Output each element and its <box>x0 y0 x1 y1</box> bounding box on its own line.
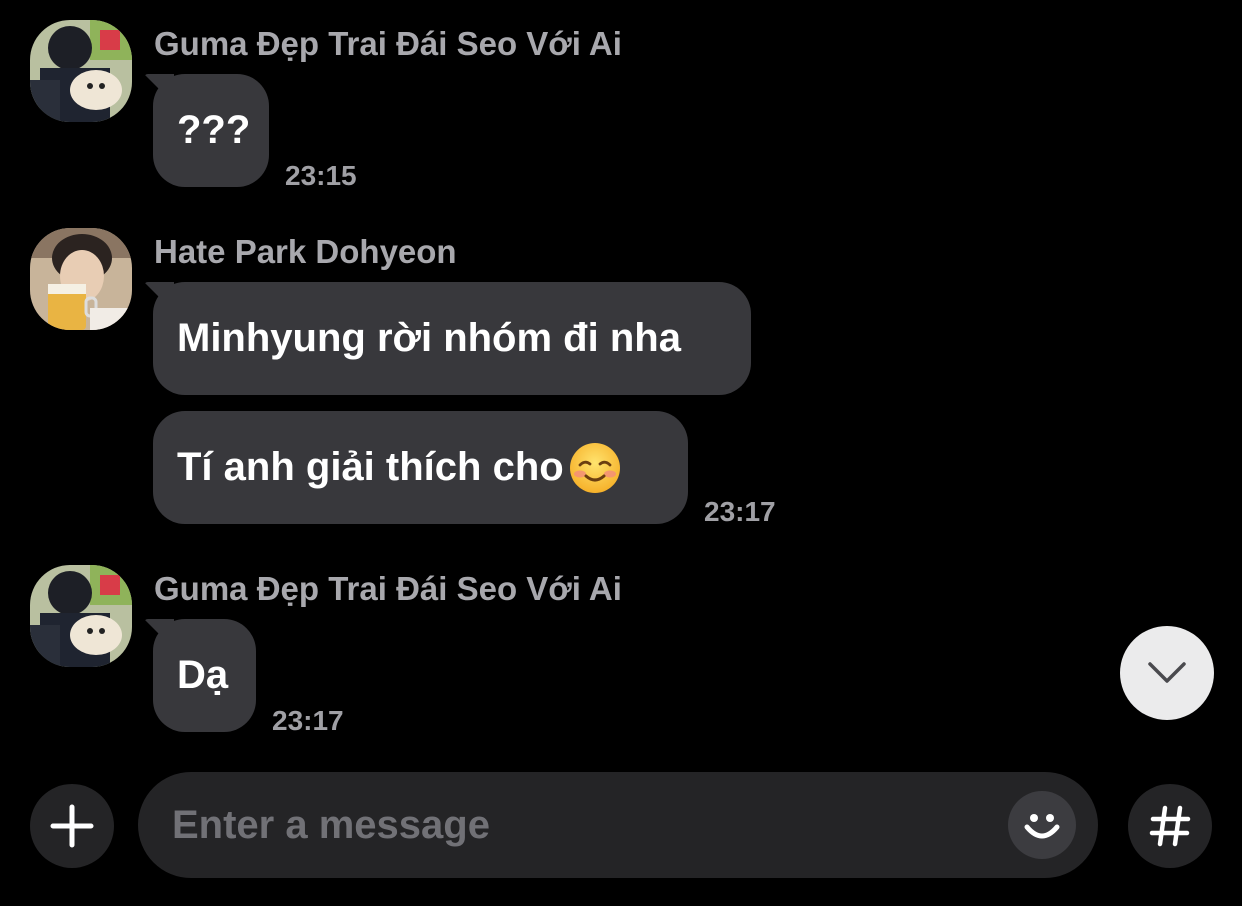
message-bubble[interactable]: Minhyung rời nhóm đi nha <box>153 282 751 395</box>
avatar[interactable] <box>30 20 132 122</box>
message-text: Tí anh giải thích cho <box>177 445 564 489</box>
message-timestamp: 23:17 <box>704 496 776 527</box>
hashtag-icon <box>1149 805 1191 847</box>
attach-button[interactable] <box>30 784 114 868</box>
message-bubble[interactable]: ??? <box>153 74 269 187</box>
scroll-to-bottom-button[interactable] <box>1120 626 1214 720</box>
sender-name: Hate Park Dohyeon <box>154 233 457 270</box>
message-input[interactable] <box>172 772 992 878</box>
smiley-icon <box>1024 814 1060 839</box>
message-text: Dạ <box>177 653 229 697</box>
plus-icon <box>50 804 94 848</box>
message-timestamp: 23:17 <box>272 705 344 736</box>
message-timestamp: 23:15 <box>285 160 357 191</box>
chevron-down-icon <box>1148 662 1186 683</box>
avatar-user-with-dog-icon <box>30 20 132 122</box>
smiling-face-emoji-icon <box>568 441 622 495</box>
message-composer <box>138 772 1098 878</box>
hashtag-button[interactable] <box>1128 784 1212 868</box>
emoji-button[interactable] <box>1008 791 1076 859</box>
avatar-user-with-beer-icon <box>30 228 132 330</box>
sender-name: Guma Đẹp Trai Đái Seo Với Ai <box>154 25 622 62</box>
message-bubble[interactable]: Tí anh giải thích cho <box>153 411 688 524</box>
message-bubble[interactable]: Dạ <box>153 619 256 732</box>
message-text: ??? <box>177 108 251 152</box>
avatar[interactable] <box>30 565 132 667</box>
avatar-user-with-dog-icon <box>30 565 132 667</box>
avatar[interactable] <box>30 228 132 330</box>
sender-name: Guma Đẹp Trai Đái Seo Với Ai <box>154 570 622 607</box>
message-text: Minhyung rời nhóm đi nha <box>177 316 681 360</box>
